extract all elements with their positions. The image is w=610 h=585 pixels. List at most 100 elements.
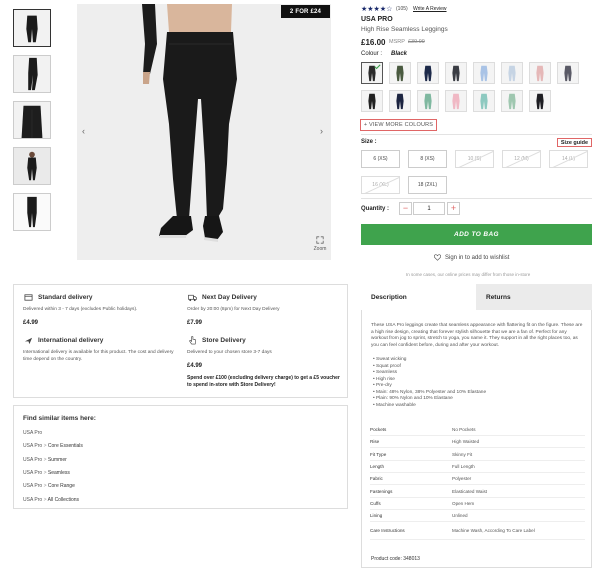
next-day-delivery-title: Next Day Delivery <box>188 293 257 302</box>
gallery-thumbnail-4[interactable] <box>13 147 51 185</box>
spec-value: Full Length <box>452 463 475 469</box>
next-day-delivery-text: Order by 20:00 (8pm) for Next Day Delive… <box>187 307 280 312</box>
size-option-label: 6 (XS) <box>373 156 388 162</box>
similar-category-link[interactable]: USA Pro <box>23 430 42 436</box>
heart-icon <box>434 254 441 261</box>
product-price: £16.00 <box>361 38 386 47</box>
store-delivery-price: £4.99 <box>187 363 203 369</box>
main-product-image <box>77 4 331 260</box>
size-option[interactable]: 18 (2XL) <box>408 176 447 194</box>
gallery-thumbnail-3[interactable] <box>13 101 51 139</box>
colour-swatch[interactable] <box>417 62 439 84</box>
colour-swatch[interactable] <box>557 62 579 84</box>
spec-row: Lining Unlined <box>370 510 585 523</box>
feature-list-item: • Seamless <box>373 370 398 375</box>
size-option-label: 14 (L) <box>561 156 576 162</box>
similar-category-link[interactable]: USA Pro > All Collections <box>23 497 79 503</box>
size-option-label: 12 (M) <box>514 156 529 162</box>
spec-value: Elasticated Waist <box>452 488 488 494</box>
similar-category-link[interactable]: USA Pro > Core Essentials <box>23 443 83 449</box>
tab-description[interactable]: Description <box>361 284 476 310</box>
quantity-label: Quantity : <box>361 206 389 212</box>
size-option[interactable]: 16 (XL) <box>361 176 400 194</box>
colour-swatch[interactable] <box>361 62 383 84</box>
quantity-increase-button[interactable]: + <box>447 202 460 215</box>
similar-category-link[interactable]: USA Pro > Seamless <box>23 470 70 476</box>
spec-row: Pockets No Pockets <box>370 424 585 436</box>
tab-returns[interactable]: Returns <box>476 284 592 310</box>
leggings-thumbnail-image <box>14 56 50 92</box>
quantity-input[interactable]: 1 <box>413 202 445 215</box>
write-review-link[interactable]: Write A Review <box>413 6 447 12</box>
product-code: Product code: 348013 <box>371 556 420 562</box>
colour-value: Black <box>391 51 408 57</box>
standard-delivery-title: Standard delivery <box>24 293 93 302</box>
size-option-label: 18 (2XL) <box>417 182 438 188</box>
store-delivery-title: Store Delivery <box>188 336 246 345</box>
colour-swatch[interactable] <box>473 62 495 84</box>
gallery-thumbnail-1[interactable] <box>13 9 51 47</box>
size-option[interactable]: 8 (XS) <box>408 150 447 168</box>
store-delivery-text: Delivered to your chosen store 3-7 days <box>187 350 272 355</box>
wishlist-label: Sign in to add to wishlist <box>445 254 510 261</box>
colour-label: Colour : <box>361 51 383 57</box>
wishlist-link[interactable]: Sign in to add to wishlist <box>434 254 509 261</box>
colour-swatch[interactable] <box>445 62 467 84</box>
size-guide-link[interactable]: Size guide <box>557 138 592 147</box>
spec-row: Care Instructions Machine Wash, According… <box>370 522 585 541</box>
leggings-thumbnail-image <box>14 10 50 46</box>
spec-row: Length Full Length <box>370 461 585 473</box>
colour-swatch[interactable] <box>417 90 439 112</box>
view-more-colours-button[interactable]: + VIEW MORE COLOURS <box>360 119 437 131</box>
similar-category-link[interactable]: USA Pro > Core Range <box>23 483 75 489</box>
expand-icon <box>316 236 324 244</box>
spec-row: Fastenings Elasticated Waist <box>370 486 585 498</box>
quantity-decrease-button[interactable]: − <box>399 202 412 215</box>
colour-swatch[interactable] <box>501 90 523 112</box>
add-to-bag-button[interactable]: ADD TO BAG <box>361 224 592 245</box>
zoom-button[interactable]: Zoom <box>311 236 329 252</box>
hand-pointer-icon <box>189 336 196 345</box>
colour-swatch[interactable] <box>529 62 551 84</box>
colour-swatch[interactable] <box>501 62 523 84</box>
size-option[interactable]: 12 (M) <box>502 150 541 168</box>
spec-key: Rise <box>370 439 380 445</box>
colour-swatch[interactable] <box>529 90 551 112</box>
plane-icon <box>24 337 33 345</box>
spec-value: Machine Wash, According To Care Label <box>452 528 535 534</box>
store-delivery-promo: Spend over £100 (excluding delivery char… <box>187 375 340 388</box>
leggings-thumbnail-image <box>14 194 50 230</box>
zoom-label: Zoom <box>313 246 327 252</box>
feature-list-item: • Machine washable <box>373 402 416 408</box>
colour-swatch[interactable] <box>389 90 411 112</box>
spec-row: Fit Type Skinny Fit <box>370 449 585 461</box>
price-disclaimer: In some cases, our online prices may dif… <box>406 272 531 277</box>
feature-list-item: • Main: 48% Nylon, 38% Polyester and 10%… <box>373 389 487 395</box>
colour-swatch[interactable] <box>389 62 411 84</box>
gallery-thumbnail-5[interactable] <box>13 193 51 231</box>
size-option[interactable]: 14 (L) <box>549 150 588 168</box>
box-icon <box>24 294 33 301</box>
next-image-arrow[interactable]: › <box>320 126 323 136</box>
leggings-model-photo <box>77 4 331 260</box>
spec-key: Fastenings <box>370 488 393 494</box>
review-count[interactable]: (105) <box>396 6 408 12</box>
product-name: High Rise Seamless Leggings <box>361 26 448 33</box>
spec-key: Pockets <box>370 427 387 432</box>
colour-swatch[interactable] <box>445 90 467 112</box>
size-option[interactable]: 10 (S) <box>455 150 494 168</box>
similar-category-link[interactable]: USA Pro > Summer <box>23 457 67 463</box>
spec-value: Unlined <box>452 513 468 519</box>
gallery-thumbnail-2[interactable] <box>13 55 51 93</box>
spec-row: Cuffs Open Hem <box>370 498 585 510</box>
colour-swatch[interactable] <box>473 90 495 112</box>
spec-value: Open Hem <box>452 500 475 506</box>
size-option-label: 8 (XS) <box>420 156 435 162</box>
size-option[interactable]: 6 (XS) <box>361 150 400 168</box>
colour-swatch[interactable] <box>361 90 383 112</box>
leggings-thumbnail-image <box>14 102 50 138</box>
spec-value: Polyester <box>452 476 472 482</box>
previous-image-arrow[interactable]: ‹ <box>82 126 85 136</box>
standard-delivery-text: Delivered within 3 - 7 days (excludes Pu… <box>23 307 138 312</box>
truck-icon <box>188 294 197 302</box>
